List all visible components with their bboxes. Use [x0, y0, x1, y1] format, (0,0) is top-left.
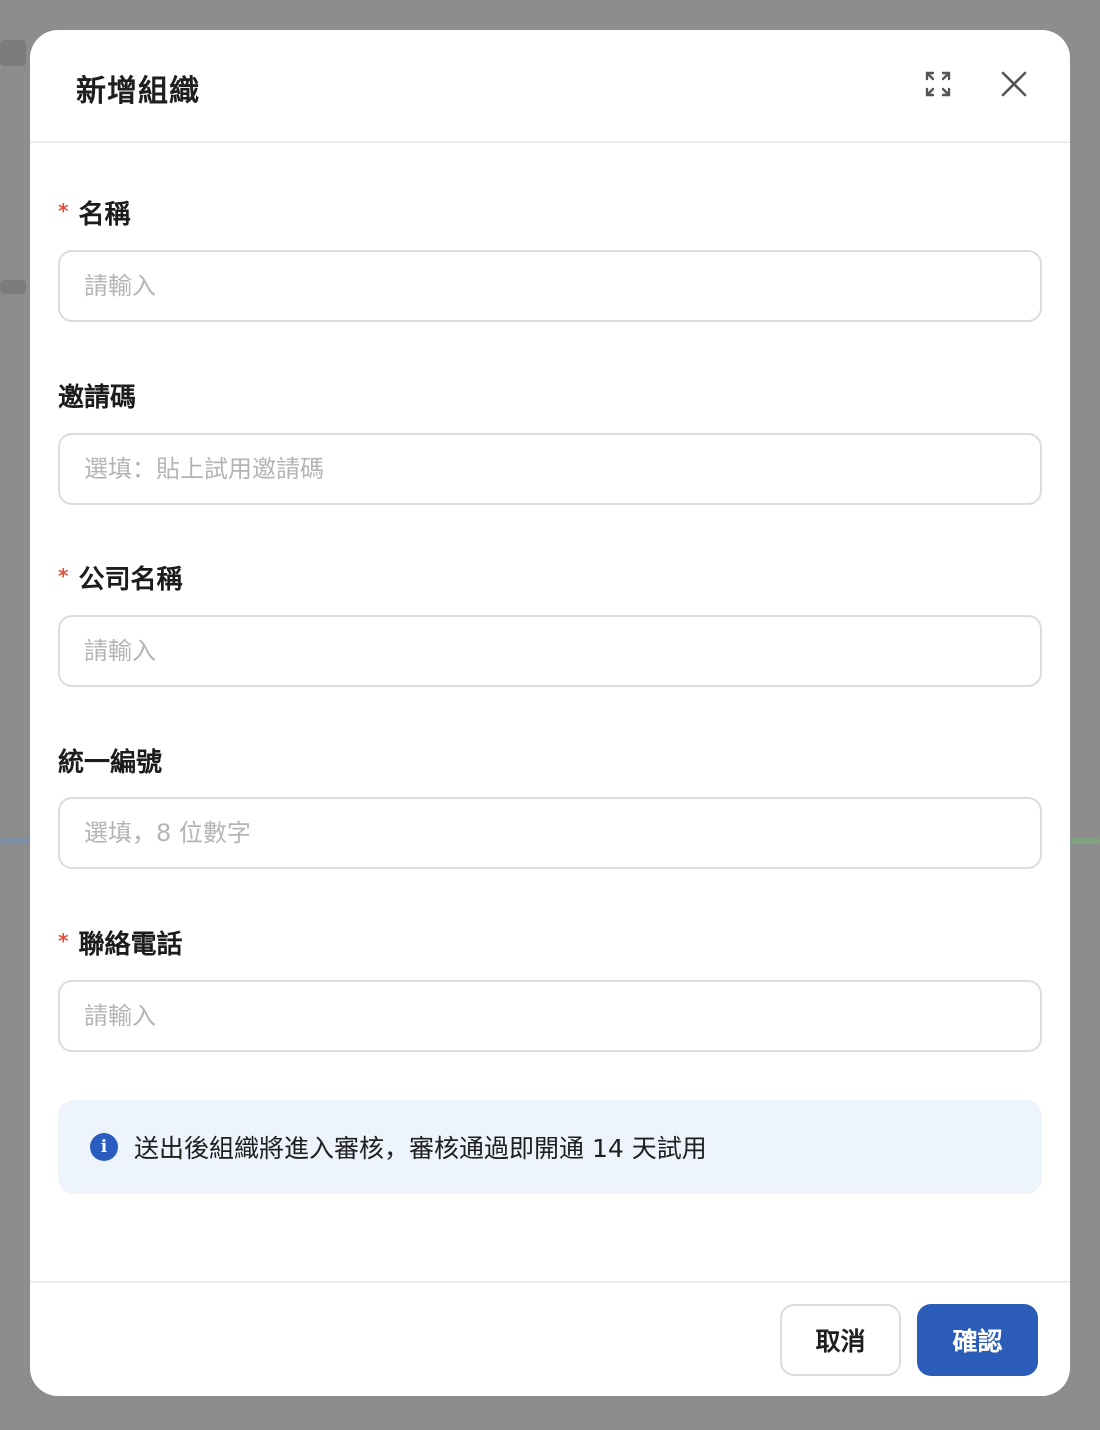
- close-icon: [1001, 71, 1027, 97]
- name-label-text: 名稱: [78, 200, 131, 230]
- review-notice: i 送出後組織將進入審核，審核通過即開通 14 天試用: [58, 1100, 1042, 1194]
- review-notice-text: 送出後組織將進入審核，審核通過即開通 14 天試用: [134, 1134, 707, 1163]
- required-mark: *: [58, 563, 69, 588]
- tax-id-label-text: 統一編號: [58, 748, 163, 778]
- phone-label: * 聯絡電話: [58, 924, 182, 961]
- phone-label-text: 聯絡電話: [78, 930, 183, 960]
- invite-code-input[interactable]: [58, 433, 1042, 505]
- add-organization-dialog: 新增組織 * 名稱 邀請碼 * 公司名稱 統一編號: [30, 30, 1070, 1396]
- name-label: * 名稱: [58, 194, 130, 231]
- tax-id-input[interactable]: [58, 797, 1042, 869]
- info-icon: i: [90, 1133, 118, 1161]
- dialog-title: 新增組織: [76, 74, 200, 109]
- background-fragment: [1070, 838, 1100, 844]
- expand-icon: [925, 71, 951, 97]
- invite-code-label: 邀請碼: [58, 377, 136, 414]
- close-button[interactable]: [996, 66, 1032, 102]
- expand-button[interactable]: [920, 66, 956, 102]
- required-mark: *: [58, 198, 69, 223]
- name-input[interactable]: [58, 250, 1042, 322]
- required-mark: *: [58, 928, 69, 953]
- tax-id-label: 統一編號: [58, 742, 162, 779]
- background-fragment: [0, 40, 26, 66]
- background-fragment: [0, 838, 30, 844]
- dialog-header: 新增組織: [30, 30, 1070, 143]
- company-name-input[interactable]: [58, 615, 1042, 687]
- dialog-footer: 取消 確認: [30, 1281, 1070, 1396]
- company-name-label: * 公司名稱: [58, 559, 182, 596]
- cancel-button[interactable]: 取消: [780, 1304, 901, 1376]
- phone-input[interactable]: [58, 980, 1042, 1052]
- company-name-label-text: 公司名稱: [78, 565, 183, 595]
- background-fragment: [0, 280, 26, 294]
- invite-code-label-text: 邀請碼: [58, 383, 137, 413]
- confirm-button[interactable]: 確認: [917, 1304, 1038, 1376]
